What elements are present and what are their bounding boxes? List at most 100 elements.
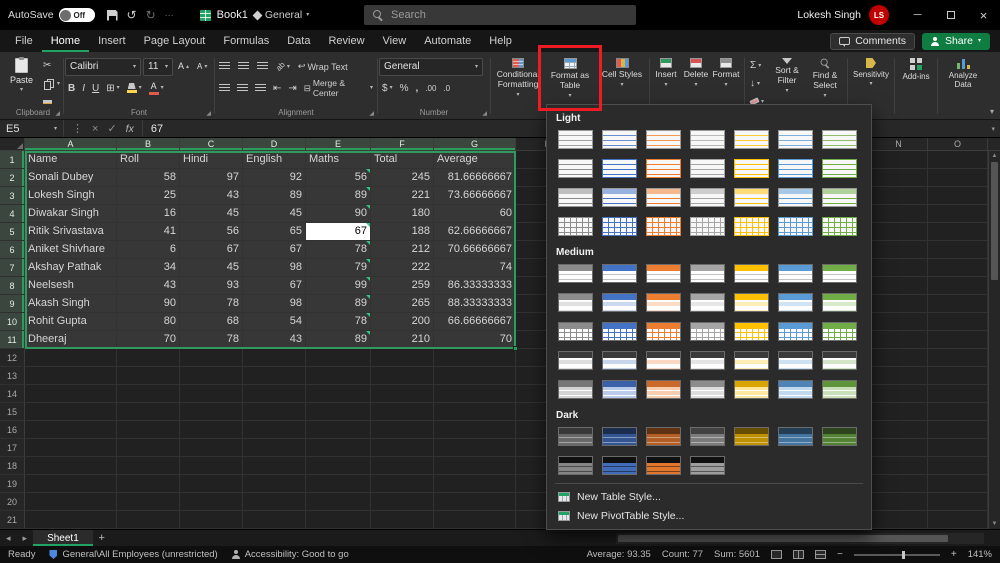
table-style-medium-14[interactable]: [819, 290, 860, 315]
font-dialog-launcher[interactable]: ◢: [206, 110, 211, 117]
cell-A21[interactable]: [25, 511, 117, 529]
column-header-F[interactable]: F: [371, 138, 434, 150]
table-style-light-17[interactable]: [643, 185, 684, 210]
tab-help[interactable]: Help: [480, 30, 521, 52]
align-right-button[interactable]: [252, 81, 269, 96]
zoom-in-icon[interactable]: +: [951, 549, 957, 560]
cell-D17[interactable]: [243, 439, 306, 457]
cell-B21[interactable]: [117, 511, 180, 529]
fill-button[interactable]: ↓ ▾: [747, 76, 767, 91]
row-header-19[interactable]: 19: [0, 475, 25, 493]
table-style-medium-17[interactable]: [643, 319, 684, 344]
align-center-button[interactable]: [234, 81, 251, 96]
cell-F19[interactable]: [371, 475, 434, 493]
cell-A18[interactable]: [25, 457, 117, 475]
cell-A12[interactable]: [25, 349, 117, 367]
table-style-medium-27[interactable]: [775, 348, 816, 373]
table-style-dark-6[interactable]: [775, 424, 816, 449]
table-style-light-6[interactable]: [775, 127, 816, 152]
cell-G5[interactable]: 62.66666667: [434, 223, 516, 241]
cell-C3[interactable]: 43: [180, 187, 243, 205]
cell-N17[interactable]: [870, 439, 928, 457]
page-layout-view-icon[interactable]: [793, 550, 804, 559]
decrease-indent-button[interactable]: ⇤: [270, 81, 284, 96]
cell-N5[interactable]: [870, 223, 928, 241]
cell-B3[interactable]: 25: [117, 187, 180, 205]
cell-D1[interactable]: English: [243, 151, 306, 169]
cell-G20[interactable]: [434, 493, 516, 511]
cell-A6[interactable]: Aniket Shivhare: [25, 241, 117, 259]
cell-O17[interactable]: [928, 439, 988, 457]
row-header-21[interactable]: 21: [0, 511, 25, 529]
cell-O14[interactable]: [928, 385, 988, 403]
table-style-medium-10[interactable]: [643, 290, 684, 315]
cell-A4[interactable]: Diwakar Singh: [25, 205, 117, 223]
table-style-light-8[interactable]: [555, 156, 596, 181]
cell-E14[interactable]: [306, 385, 371, 403]
cell-A15[interactable]: [25, 403, 117, 421]
row-header-4[interactable]: 4: [0, 205, 25, 223]
cell-B17[interactable]: [117, 439, 180, 457]
insert-cells-button[interactable]: Insert ▾: [651, 54, 681, 88]
format-as-table-button[interactable]: Format as Table ▾: [544, 54, 596, 99]
cell-G9[interactable]: 88.33333333: [434, 295, 516, 313]
table-style-light-19[interactable]: [731, 185, 772, 210]
new-pivottable-style-item[interactable]: New PivotTable Style...: [555, 506, 863, 525]
table-style-medium-18[interactable]: [687, 319, 728, 344]
cell-N10[interactable]: [870, 313, 928, 331]
cell-N12[interactable]: [870, 349, 928, 367]
font-size-combo[interactable]: 11 ▾: [143, 57, 173, 76]
table-style-medium-29[interactable]: [555, 377, 596, 402]
cell-B2[interactable]: 58: [117, 169, 180, 187]
cell-N8[interactable]: [870, 277, 928, 295]
underline-button[interactable]: U: [89, 81, 102, 96]
table-style-medium-1[interactable]: [555, 261, 596, 286]
align-bottom-button[interactable]: [254, 59, 271, 74]
cell-O6[interactable]: [928, 241, 988, 259]
column-header-D[interactable]: D: [243, 138, 306, 150]
cell-E19[interactable]: [306, 475, 371, 493]
cell-C9[interactable]: 78: [180, 295, 243, 313]
cell-F17[interactable]: [371, 439, 434, 457]
italic-button[interactable]: I: [79, 81, 88, 96]
cell-B13[interactable]: [117, 367, 180, 385]
cell-O21[interactable]: [928, 511, 988, 529]
table-style-medium-8[interactable]: [555, 290, 596, 315]
cell-F14[interactable]: [371, 385, 434, 403]
row-header-9[interactable]: 9: [0, 295, 25, 313]
cell-G14[interactable]: [434, 385, 516, 403]
font-color-button[interactable]: A ▾: [146, 81, 167, 96]
table-style-medium-22[interactable]: [555, 348, 596, 373]
cell-C10[interactable]: 68: [180, 313, 243, 331]
table-style-dark-1[interactable]: [555, 424, 596, 449]
table-style-light-15[interactable]: [555, 185, 596, 210]
table-style-medium-33[interactable]: [731, 377, 772, 402]
cell-A10[interactable]: Rohit Gupta: [25, 313, 117, 331]
cell-N20[interactable]: [870, 493, 928, 511]
cell-G18[interactable]: [434, 457, 516, 475]
cell-A1[interactable]: Name: [25, 151, 117, 169]
cell-E15[interactable]: [306, 403, 371, 421]
cell-D16[interactable]: [243, 421, 306, 439]
cell-G16[interactable]: [434, 421, 516, 439]
align-top-button[interactable]: [216, 59, 233, 74]
horizontal-scroll-thumb[interactable]: [618, 535, 948, 542]
row-header-6[interactable]: 6: [0, 241, 25, 259]
formula-value[interactable]: 67: [143, 123, 163, 135]
cell-C15[interactable]: [180, 403, 243, 421]
cell-O13[interactable]: [928, 367, 988, 385]
zoom-slider-thumb[interactable]: [902, 550, 905, 559]
table-style-medium-28[interactable]: [819, 348, 860, 373]
table-style-light-11[interactable]: [687, 156, 728, 181]
cell-E13[interactable]: [306, 367, 371, 385]
table-style-dark-9[interactable]: [599, 453, 640, 478]
cell-N21[interactable]: [870, 511, 928, 529]
table-style-medium-2[interactable]: [599, 261, 640, 286]
table-style-light-9[interactable]: [599, 156, 640, 181]
cell-A2[interactable]: Sonali Dubey: [25, 169, 117, 187]
cell-C7[interactable]: 45: [180, 259, 243, 277]
cell-F16[interactable]: [371, 421, 434, 439]
cell-C12[interactable]: [180, 349, 243, 367]
table-style-medium-13[interactable]: [775, 290, 816, 315]
cell-A16[interactable]: [25, 421, 117, 439]
